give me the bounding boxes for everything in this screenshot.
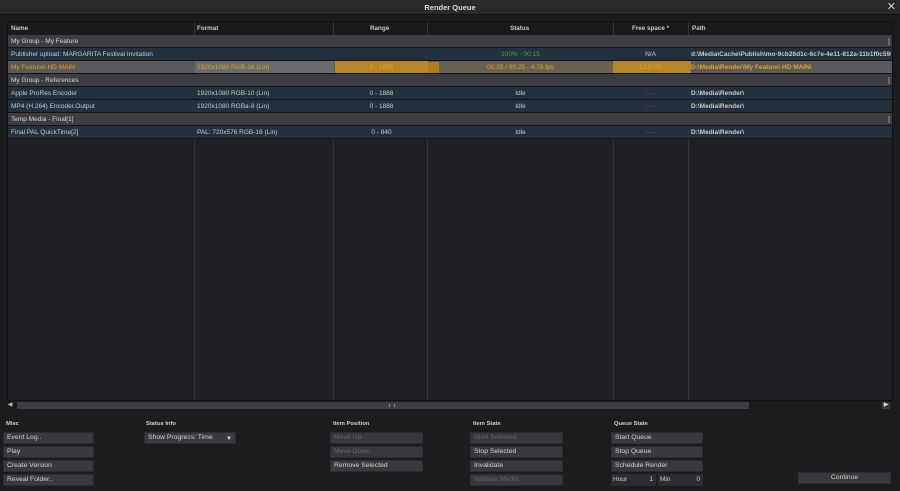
misc-label: Misc: [6, 421, 19, 427]
close-icon[interactable]: ✕: [887, 1, 896, 13]
item-name: Final PAL QuickTime[2]: [11, 129, 79, 136]
queue-item-row-selected[interactable]: My Feature\ HD MAIN 1920x1080 RGB-16 (Li…: [8, 61, 892, 74]
scroll-right-icon[interactable]: ▶: [882, 402, 890, 409]
move-down-button[interactable]: Move Down: [330, 446, 423, 458]
minute-field[interactable]: Min 0: [658, 474, 703, 486]
create-version-button[interactable]: Create Version: [3, 460, 94, 472]
item-name: Publisher upload: MARGARITA Festival Inv…: [11, 51, 153, 58]
group-row[interactable]: Temp Media - Final[1]: [8, 113, 892, 126]
item-path: D:\Media\Render\: [691, 129, 745, 136]
column-free-space[interactable]: Free space *: [632, 25, 669, 32]
continue-button[interactable]: Continue: [798, 472, 891, 484]
group-end-marker: [888, 116, 890, 123]
item-format: 1920x1080 RGB-10 (Lin): [197, 90, 270, 97]
item-name: MP4 (H.264) Encoder.Output: [11, 103, 95, 110]
horizontal-scrollbar[interactable]: ◀ ▶: [5, 401, 891, 410]
window-title: Render Queue: [424, 3, 476, 12]
item-range: 0 - 1658: [369, 64, 394, 71]
item-path: d:\Media\Cache\Publish\mo-9cb26d1c-6c7e-…: [691, 51, 891, 58]
item-state-label: Item State: [473, 421, 501, 427]
column-status[interactable]: Status: [510, 25, 529, 32]
item-status: Idle: [515, 129, 526, 136]
item-format: 1920x1080 RGBa-8 (Lin): [197, 103, 270, 110]
minute-value: 0: [696, 476, 700, 483]
remove-selected-button[interactable]: Remove Selected: [330, 460, 423, 472]
queue-item-row[interactable]: MP4 (H.264) Encoder.Output 1920x1080 RGB…: [8, 100, 892, 113]
item-free-space: N/A: [645, 51, 656, 58]
invalidate-button[interactable]: Invalidate: [470, 460, 563, 472]
status-info-label: Status Info: [146, 421, 176, 427]
item-range: 0 - 1888: [369, 103, 394, 110]
item-free-space: ----: [646, 90, 655, 97]
item-range: 0 - 840: [371, 129, 392, 136]
hour-field[interactable]: Hour 1: [611, 474, 656, 486]
queue-item-row[interactable]: Final PAL QuickTime[2] PAL: 720x576 RGB-…: [8, 126, 892, 139]
item-name: My Feature\ HD MAIN: [11, 64, 75, 71]
queue-item-row[interactable]: Publisher upload: MARGARITA Festival Inv…: [8, 48, 892, 61]
validate-media-button[interactable]: Validate Media: [470, 474, 563, 486]
queue-state-label: Queue State: [614, 421, 648, 427]
queue-item-row[interactable]: Apple ProRes Encoder 1920x1080 RGB-10 (L…: [8, 87, 892, 100]
schedule-render-button[interactable]: Schedule Render: [611, 460, 703, 472]
range-cell-bg: [335, 48, 428, 60]
column-name[interactable]: Name: [11, 25, 28, 32]
hour-value: 1: [649, 476, 653, 483]
render-queue-table: Name Format Range Status Free space * Pa…: [7, 21, 893, 401]
minute-label: Min: [660, 476, 671, 483]
group-row[interactable]: My Group - My Feature: [8, 35, 892, 48]
start-queue-button[interactable]: Start Queue: [611, 432, 703, 444]
item-status: Idle: [515, 103, 526, 110]
group-name: My Group - My Feature: [11, 38, 79, 45]
item-path: D:\Media\Render\: [691, 90, 745, 97]
group-row[interactable]: My Group - References: [8, 74, 892, 87]
reveal-folder-button[interactable]: Reveal Folder..: [3, 474, 94, 486]
group-name: Temp Media - Final[1]: [11, 116, 74, 123]
grip-icon: [389, 404, 395, 407]
status-info-select[interactable]: Show Progress: Time ▼: [144, 432, 236, 444]
item-format: 1920x1080 RGB-16 (Lin): [197, 64, 270, 71]
column-range[interactable]: Range: [370, 25, 389, 32]
column-path[interactable]: Path: [692, 25, 706, 32]
item-name: Apple ProRes Encoder: [11, 90, 78, 97]
scrollbar-thumb[interactable]: [17, 402, 749, 409]
event-log-button[interactable]: Event Log..: [3, 432, 94, 444]
column-format[interactable]: Format: [197, 25, 218, 32]
item-status: Idle: [515, 90, 526, 97]
stop-selected-button[interactable]: Stop Selected: [470, 446, 563, 458]
play-button[interactable]: Play: [3, 446, 94, 458]
item-format: PAL: 720x576 RGB-16 (Lin): [197, 129, 278, 136]
item-free-space: 12.6 Gb: [638, 64, 663, 71]
group-name: My Group - References: [11, 77, 79, 84]
item-free-space: ----: [646, 129, 655, 136]
move-up-button[interactable]: Move Up: [330, 432, 423, 444]
stop-queue-button[interactable]: Stop Queue: [611, 446, 703, 458]
scroll-left-icon[interactable]: ◀: [6, 402, 14, 409]
item-position-label: Item Position: [333, 421, 370, 427]
item-path: D:\Media\Render\My Feature\ HD MAIN\: [691, 64, 812, 71]
item-status: 00:25 / 05:25 - 4.78 fps: [487, 64, 554, 71]
item-status: 100% - 00:15: [501, 51, 540, 58]
group-end-marker: [888, 38, 890, 45]
item-path: D:\Media\Render\: [691, 103, 745, 110]
title-bar: Render Queue ✕: [0, 0, 900, 15]
table-header: Name Format Range Status Free space * Pa…: [8, 22, 892, 35]
status-info-value: Show Progress: Time: [148, 434, 213, 441]
start-selected-button[interactable]: Start Selected: [470, 432, 563, 444]
dropdown-caret-icon: ▼: [226, 436, 232, 442]
format-cell-bg: [195, 48, 334, 60]
item-range: 0 - 1888: [369, 90, 394, 97]
item-free-space: ----: [646, 103, 655, 110]
hour-label: Hour: [613, 476, 628, 483]
group-end-marker: [888, 77, 890, 84]
